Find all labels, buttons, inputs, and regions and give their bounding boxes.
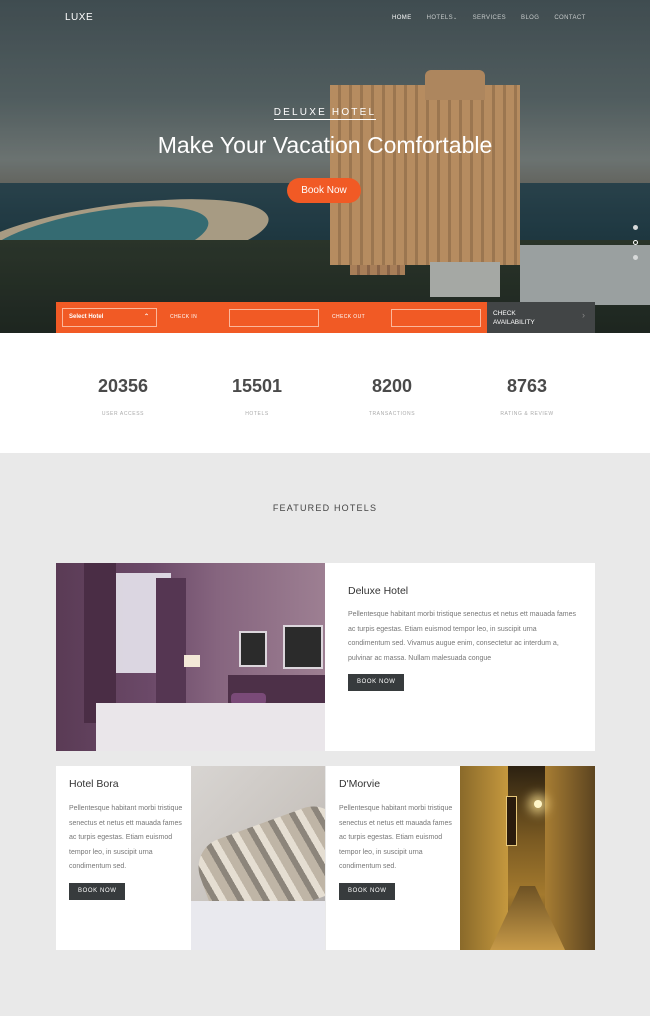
hotel-description: Pellentesque habitant morbi tristique se… <box>69 805 183 870</box>
check-availability-button[interactable]: CHECK AVAILABILITY › <box>487 302 595 333</box>
book-now-button[interactable]: BOOK NOW <box>339 882 396 900</box>
hotel-card-bora: Hotel Bora Pellentesque habitant morbi t… <box>56 766 325 950</box>
featured-hotels-title: FEATURED HOTELS <box>272 503 378 513</box>
slider-dot-2[interactable] <box>633 240 638 245</box>
hotel-card-body: Hotel Bora Pellentesque habitant morbi t… <box>69 778 189 900</box>
stat-value: 8200 <box>371 376 413 396</box>
book-now-button[interactable]: BOOK NOW <box>348 674 405 691</box>
check-in-label: CHECK IN <box>170 314 198 320</box>
chevron-down-icon: ⌄ <box>453 15 458 21</box>
nav-hotels-label: HOTELS <box>426 15 454 21</box>
hero-subtitle: DELUXE HOTEL <box>273 107 377 120</box>
hero-section: LUXE HOME HOTELS⌄ SERVICES BLOG CONTACT … <box>0 0 650 333</box>
stat-rating-review: 8763 RATING & REVIEW <box>467 376 587 417</box>
stat-hotels: 15501 HOTELS <box>197 376 317 417</box>
book-now-button[interactable]: BOOK NOW <box>69 882 126 900</box>
stat-value: 8763 <box>506 376 548 396</box>
nav-services[interactable]: SERVICES <box>473 15 506 21</box>
select-hotel-dropdown[interactable]: Select Hotel ⌃ <box>62 308 157 327</box>
stat-user-access: 20356 USER ACCESS <box>63 376 183 417</box>
hotel-street-image <box>460 766 595 950</box>
hotel-card-dmorvie: D'Morvie Pellentesque habitant morbi tri… <box>326 766 595 950</box>
nav-contact[interactable]: CONTACT <box>554 15 585 21</box>
hotel-description: Pellentesque habitant morbi tristique se… <box>339 805 453 870</box>
main-nav: HOME HOTELS⌄ SERVICES BLOG CONTACT <box>392 15 601 21</box>
chevron-up-icon: ⌃ <box>143 314 149 320</box>
hero-title: Make Your Vacation Comfortable <box>157 132 493 158</box>
hotel-card-deluxe: Deluxe Hotel Pellentesque habitant morbi… <box>56 563 595 751</box>
stat-transactions: 8200 TRANSACTIONS <box>332 376 452 417</box>
stat-value: 15501 <box>231 376 283 396</box>
check-out-label: CHECK OUT <box>332 314 366 320</box>
hotel-name: D'Morvie <box>339 778 381 790</box>
stats-section: 20356 USER ACCESS 15501 HOTELS 8200 TRAN… <box>0 333 650 453</box>
stat-label: RATING & REVIEW <box>500 411 554 417</box>
hotel-card-body: Deluxe Hotel Pellentesque habitant morbi… <box>348 585 578 691</box>
booking-bar: Select Hotel ⌃ CHECK IN CHECK OUT CHECK … <box>56 302 595 333</box>
hotel-room-image <box>56 563 325 751</box>
hotel-bed-image <box>191 766 325 950</box>
stat-label: USER ACCESS <box>101 411 145 417</box>
stat-value: 20356 <box>97 376 149 396</box>
hotel-name: Deluxe Hotel <box>348 585 409 597</box>
slider-dot-1[interactable] <box>633 225 638 230</box>
chevron-right-icon: › <box>582 310 585 320</box>
check-out-input[interactable] <box>391 309 481 327</box>
slider-dots <box>633 225 638 270</box>
select-hotel-label: Select Hotel <box>69 314 104 320</box>
check-availability-label: CHECK AVAILABILITY <box>493 310 535 326</box>
nav-home[interactable]: HOME <box>392 15 412 21</box>
stat-label: HOTELS <box>245 411 269 417</box>
nav-blog[interactable]: BLOG <box>521 15 539 21</box>
book-now-button[interactable]: Book Now <box>287 178 361 203</box>
hotel-name: Hotel Bora <box>69 778 119 790</box>
check-in-input[interactable] <box>229 309 319 327</box>
hotel-description: Pellentesque habitant morbi tristique se… <box>348 611 577 662</box>
slider-dot-3[interactable] <box>633 255 638 260</box>
hotel-card-body: D'Morvie Pellentesque habitant morbi tri… <box>339 778 457 900</box>
stat-label: TRANSACTIONS <box>368 411 416 417</box>
nav-hotels[interactable]: HOTELS⌄ <box>427 15 458 21</box>
site-logo[interactable]: LUXE <box>65 12 93 23</box>
hero-subtitle-wrap: DELUXE HOTEL <box>0 102 650 120</box>
